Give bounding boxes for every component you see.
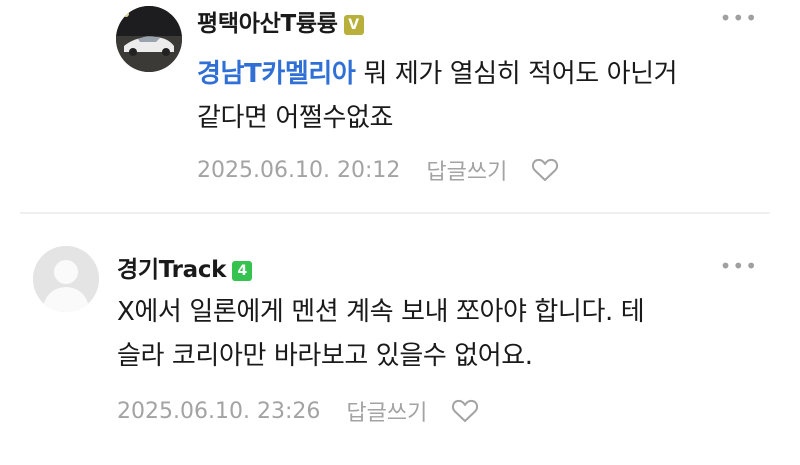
verified-badge-icon: V [343, 15, 364, 35]
avatar-photo[interactable] [116, 6, 182, 72]
profile-photo [116, 6, 182, 72]
avatar-default[interactable] [33, 246, 99, 312]
author-name[interactable]: 경기Track [117, 257, 226, 283]
comment-date: 2025.06.10. 20:12 [197, 157, 401, 183]
comment-text: X에서 일론에게 멘션 계속 보내 쪼아야 합니다. 테 슬라 코리아만 바라보… [117, 290, 645, 378]
mention-link[interactable]: 경남T카멜리아 [197, 59, 356, 89]
more-options-icon[interactable]: ••• [720, 8, 758, 28]
comment-author[interactable]: 평택아산T륭륭 V [197, 4, 364, 38]
comment-line-2: 같다면 어쩔수없죠 [197, 103, 394, 133]
comment-meta: 2025.06.10. 23:26 답글쓰기 [117, 395, 479, 427]
more-options-icon[interactable]: ••• [720, 256, 758, 276]
comment-date: 2025.06.10. 23:26 [117, 398, 321, 424]
level-badge-icon: 4 [232, 261, 253, 281]
default-avatar-icon [33, 246, 99, 312]
heart-icon[interactable] [531, 157, 559, 183]
author-name[interactable]: 평택아산T륭륭 [197, 11, 338, 37]
heart-icon[interactable] [451, 398, 479, 424]
comment-line-1: X에서 일론에게 멘션 계속 보내 쪼아야 합니다. 테 [117, 297, 645, 327]
comment-line-2: 슬라 코리아만 바라보고 있을수 없어요. [117, 341, 533, 371]
reply-button[interactable]: 답글쓰기 [346, 395, 427, 427]
comment-author[interactable]: 경기Track 4 [117, 250, 253, 284]
comment-meta: 2025.06.10. 20:12 답글쓰기 [197, 154, 559, 186]
comment-item-2: 경기Track 4 ••• X에서 일론에게 멘션 계속 보내 쪼아야 합니다. … [0, 214, 800, 465]
comment-text: 경남T카멜리아 뭐 제가 열심히 적어도 아닌거 같다면 어쩔수없죠 [197, 52, 678, 140]
comment-line-1: 뭐 제가 열심히 적어도 아닌거 [363, 59, 678, 89]
reply-button[interactable]: 답글쓰기 [426, 154, 507, 186]
comment-item-1: 평택아산T륭륭 V ••• 경남T카멜리아 뭐 제가 열심히 적어도 아닌거 같다면… [0, 0, 800, 212]
